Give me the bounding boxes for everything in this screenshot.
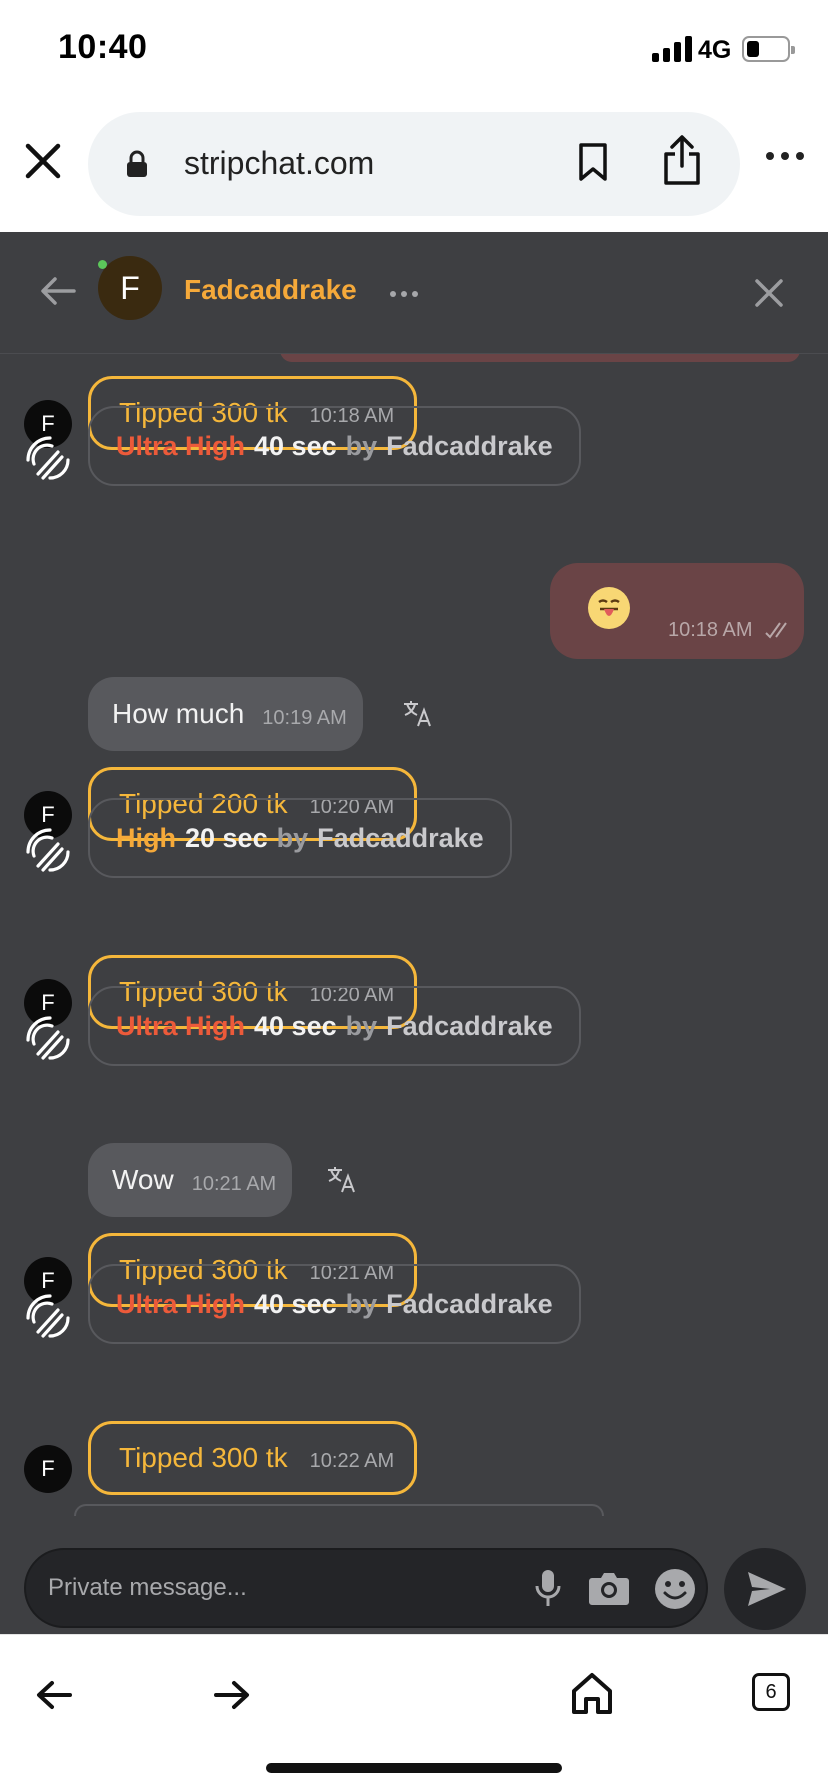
close-icon[interactable] [22,140,64,182]
vibration-level: Ultra High [116,1288,246,1319]
tongue-emoji-icon [588,587,630,629]
tipper-avatar: F [24,1445,72,1493]
vibration-by: by [345,430,378,461]
message-time: 10:19 AM [262,706,347,729]
vibration-icon [26,1016,70,1060]
tip-text: Tipped 300 tk [119,1442,288,1473]
message-text: How much [112,698,245,729]
message-time: 10:22 AM [309,1449,395,1472]
battery-icon [742,36,795,62]
send-button[interactable] [724,1548,806,1630]
contact-name[interactable]: Fadcaddrake [184,274,357,306]
home-indicator [266,1763,562,1773]
contact-avatar[interactable]: F [98,256,162,320]
next-message-edge [74,1504,604,1516]
vibration-message: Ultra High 40 sec by Fadcaddrake [88,986,581,1066]
vibration-level: High [116,822,176,853]
vibration-duration: 20 sec [185,822,268,853]
vibration-by: by [345,1288,378,1319]
chat-panel: F Fadcaddrake F Tipped 300 tk 10:18 AM U… [0,232,828,1634]
network-type: 4G [698,36,732,64]
vibration-level: Ultra High [116,1010,246,1041]
vibration-icon [26,828,70,872]
vibration-duration: 40 sec [254,1010,337,1041]
message-input-container [24,1548,708,1628]
vibration-message: High 20 sec by Fadcaddrake [88,798,512,878]
translate-icon[interactable] [402,698,432,728]
close-chat-icon[interactable] [754,278,784,308]
chat-options-icon[interactable] [390,291,418,297]
home-icon[interactable] [570,1671,614,1715]
lock-icon [127,150,147,177]
back-arrow-icon[interactable] [40,276,76,306]
url-bar[interactable]: stripchat.com [88,112,740,216]
camera-icon[interactable] [588,1570,630,1606]
message-time: 10:21 AM [191,1172,277,1195]
vibration-user: Fadcaddrake [317,822,484,853]
private-message-input[interactable] [48,1574,448,1602]
incoming-message: How much 10:19 AM [88,677,363,751]
tip-message: Tipped 300 tk 10:22 AM [88,1421,418,1495]
status-bar: 10:40 4G [0,0,828,100]
signal-icon [652,34,692,62]
vibration-user: Fadcaddrake [386,1010,553,1041]
translate-icon[interactable] [326,1164,356,1194]
vibration-message: Ultra High 40 sec by Fadcaddrake [88,1264,581,1344]
status-time: 10:40 [58,28,148,66]
vibration-duration: 40 sec [254,430,337,461]
send-icon [748,1572,786,1606]
microphone-icon[interactable] [534,1568,562,1608]
bookmark-icon[interactable] [578,142,608,182]
vibration-user: Fadcaddrake [386,430,553,461]
emoji-icon[interactable] [654,1568,696,1610]
url-text: stripchat.com [184,145,375,181]
tabs-button[interactable]: 6 [752,1673,790,1711]
browser-toolbar: stripchat.com [0,100,828,232]
more-menu-icon[interactable] [766,152,804,160]
vibration-duration: 40 sec [254,1288,337,1319]
incoming-message: Wow 10:21 AM [88,1143,293,1217]
chat-header: F Fadcaddrake [0,232,828,354]
vibration-message: Ultra High 40 sec by Fadcaddrake [88,406,581,486]
vibration-level: Ultra High [116,430,246,461]
vibration-icon [26,436,70,480]
back-icon[interactable] [36,1679,72,1711]
vibration-user: Fadcaddrake [386,1288,553,1319]
share-icon[interactable] [662,134,702,186]
forward-icon[interactable] [214,1679,250,1711]
message-text: Wow [112,1164,174,1195]
message-composer [0,1532,828,1634]
vibration-by: by [276,822,309,853]
vibration-icon [26,1294,70,1338]
online-status-dot [98,260,107,269]
read-checkmarks-icon [765,622,787,639]
message-time: 10:18 AM [668,619,753,641]
outgoing-message: 10:18 AM [550,563,804,659]
vibration-by: by [345,1010,378,1041]
